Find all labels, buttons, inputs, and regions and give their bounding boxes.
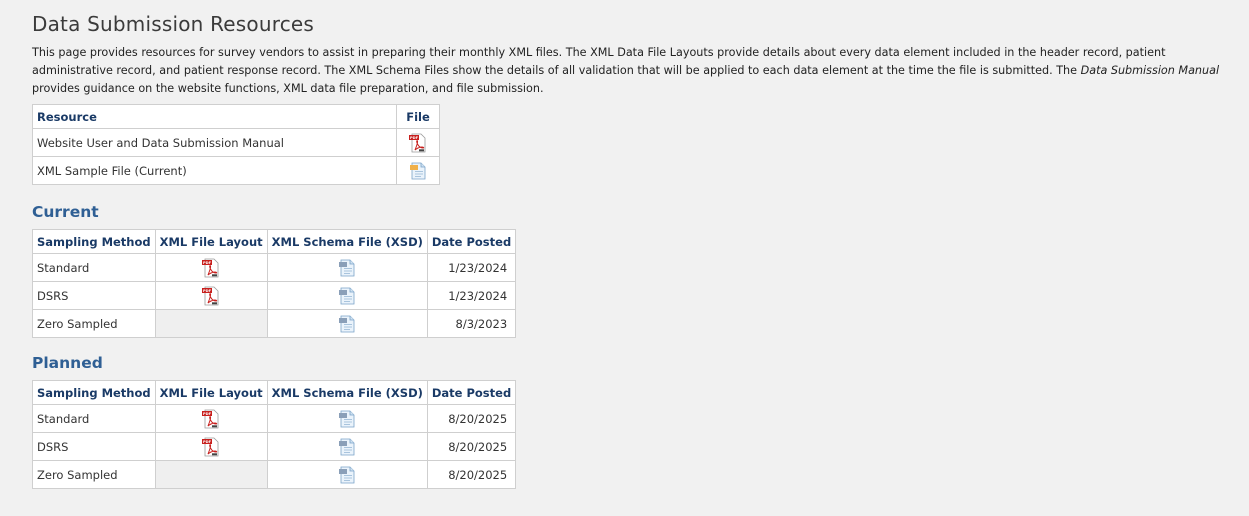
table-row: Standard 8/20/2025 — [32, 404, 517, 433]
xml-sample-link[interactable] — [408, 163, 428, 177]
schema-cell — [266, 281, 428, 310]
xsd-file-icon — [337, 314, 357, 334]
current-table: Sampling Method XML File Layout XML Sche… — [32, 229, 517, 338]
xml-file-layout-header: XML File Layout — [154, 380, 268, 405]
file-cell — [396, 128, 440, 157]
table-row: DSRS 8/20/2025 — [32, 432, 517, 461]
schema-cell — [266, 309, 428, 338]
schema-xsd-link[interactable] — [337, 316, 357, 330]
date-posted: 8/20/2025 — [426, 432, 517, 461]
date-posted-header: Date Posted — [426, 229, 517, 254]
table-header-row: Sampling Method XML File Layout XML Sche… — [32, 229, 517, 254]
sampling-method: DSRS — [32, 432, 156, 461]
layout-cell-empty — [154, 309, 268, 338]
resource-name: XML Sample File (Current) — [32, 156, 397, 185]
pdf-icon — [201, 409, 221, 429]
sampling-method: Standard — [32, 253, 156, 282]
sampling-method: DSRS — [32, 281, 156, 310]
xml-file-icon — [408, 161, 428, 181]
layout-cell — [154, 404, 268, 433]
schema-xsd-link[interactable] — [337, 439, 357, 453]
layout-cell — [154, 281, 268, 310]
schema-cell — [266, 404, 428, 433]
layout-pdf-link[interactable] — [201, 439, 221, 453]
schema-xsd-link[interactable] — [337, 467, 357, 481]
intro-manual-title: Data Submission Manual — [1080, 64, 1220, 77]
pdf-icon — [408, 133, 428, 153]
sampling-method-header: Sampling Method — [32, 229, 156, 254]
planned-heading: Planned — [32, 354, 103, 372]
pdf-icon — [201, 286, 221, 306]
intro-paragraph: This page provides resources for survey … — [32, 44, 1242, 98]
xsd-file-icon — [337, 437, 357, 457]
table-row: Standard 1/23/2024 — [32, 253, 517, 282]
table-header-row: Sampling Method XML File Layout XML Sche… — [32, 380, 517, 405]
date-posted: 8/3/2023 — [426, 309, 517, 338]
schema-cell — [266, 460, 428, 489]
sampling-method: Standard — [32, 404, 156, 433]
layout-pdf-link[interactable] — [201, 288, 221, 302]
table-header-row: Resource File — [32, 104, 440, 129]
resource-name: Website User and Data Submission Manual — [32, 128, 397, 157]
table-row: XML Sample File (Current) — [32, 156, 440, 185]
xml-file-layout-header: XML File Layout — [154, 229, 268, 254]
table-row: Zero Sampled 8/3/2023 — [32, 309, 517, 338]
xsd-file-icon — [337, 465, 357, 485]
schema-cell — [266, 253, 428, 282]
schema-xsd-link[interactable] — [337, 288, 357, 302]
file-cell — [396, 156, 440, 185]
table-row: Zero Sampled 8/20/2025 — [32, 460, 517, 489]
layout-cell — [154, 432, 268, 461]
sampling-method: Zero Sampled — [32, 309, 156, 338]
date-posted: 1/23/2024 — [426, 281, 517, 310]
table-row: Website User and Data Submission Manual — [32, 128, 440, 157]
sampling-method: Zero Sampled — [32, 460, 156, 489]
table-row: DSRS 1/23/2024 — [32, 281, 517, 310]
layout-pdf-link[interactable] — [201, 411, 221, 425]
planned-table: Sampling Method XML File Layout XML Sche… — [32, 380, 517, 489]
resources-table: Resource File Website User and Data Subm… — [32, 104, 440, 185]
xsd-file-icon — [337, 258, 357, 278]
sampling-method-header: Sampling Method — [32, 380, 156, 405]
date-posted-header: Date Posted — [426, 380, 517, 405]
page-title: Data Submission Resources — [32, 12, 315, 36]
xml-schema-file-header: XML Schema File (XSD) — [266, 380, 428, 405]
file-column-header: File — [396, 104, 440, 129]
schema-xsd-link[interactable] — [337, 411, 357, 425]
xsd-file-icon — [337, 409, 357, 429]
resource-column-header: Resource — [32, 104, 397, 129]
pdf-icon — [201, 437, 221, 457]
schema-xsd-link[interactable] — [337, 260, 357, 274]
schema-cell — [266, 432, 428, 461]
xsd-file-icon — [337, 286, 357, 306]
current-heading: Current — [32, 203, 99, 221]
pdf-icon — [201, 258, 221, 278]
layout-pdf-link[interactable] — [201, 260, 221, 274]
intro-text-2: provides guidance on the website functio… — [32, 82, 544, 95]
main-content: Data Submission Resources This page prov… — [32, 10, 1242, 489]
intro-text-1: This page provides resources for survey … — [32, 46, 1166, 77]
manual-pdf-link[interactable] — [408, 135, 428, 149]
date-posted: 8/20/2025 — [426, 404, 517, 433]
date-posted: 8/20/2025 — [426, 460, 517, 489]
layout-cell-empty — [154, 460, 268, 489]
layout-cell — [154, 253, 268, 282]
xml-schema-file-header: XML Schema File (XSD) — [266, 229, 428, 254]
date-posted: 1/23/2024 — [426, 253, 517, 282]
